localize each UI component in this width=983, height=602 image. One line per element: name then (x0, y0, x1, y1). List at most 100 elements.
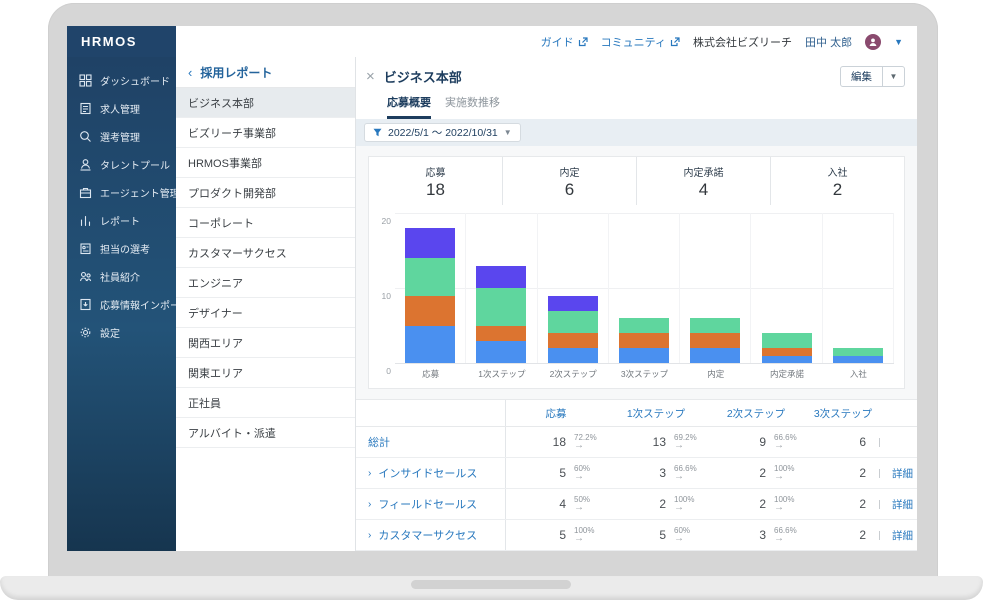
stat-label: 内定承諾 (637, 164, 770, 179)
row-label[interactable]: ›フィールドセールス (356, 489, 506, 519)
user-name: 田中 太郎 (805, 34, 852, 50)
report-list-item[interactable]: 関東エリア (176, 358, 355, 388)
report-panel-title: 採用レポート (200, 64, 272, 81)
main-content: × ビジネス本部 編集 ▼ 応募概要 実施数推移 2022/5/1 ～ 202 (356, 57, 917, 551)
table-row: ›インサイドセールス560%→366.6%→2100%→2詳細 (356, 458, 917, 489)
company-name: 株式会社ビズリーチ (693, 34, 792, 50)
sidebar-item-jobs[interactable]: 求人管理 (67, 94, 176, 122)
detail-link[interactable]: 詳細 (880, 466, 917, 481)
y-tick-label: 10 (382, 291, 391, 301)
row-label[interactable]: 総計 (356, 427, 506, 457)
bar-segment (619, 333, 669, 348)
report-list-item[interactable]: コーポレート (176, 208, 355, 238)
hrmos-logo: HRMOS (67, 26, 176, 57)
detail-link[interactable]: 詳細 (880, 528, 917, 543)
external-link-icon (578, 37, 588, 47)
sidebar-item-label: レポート (100, 213, 140, 228)
bar-segment (405, 258, 455, 296)
sidebar-item-screening[interactable]: 選考管理 (67, 122, 176, 150)
tab-application-summary[interactable]: 応募概要 (387, 94, 431, 119)
row-label[interactable]: ›インサイドセールス (356, 458, 506, 488)
row-value: 5 (506, 466, 566, 480)
sidebar-item-label: 求人管理 (100, 101, 140, 116)
report-list-item[interactable]: アルバイト・派遣 (176, 418, 355, 448)
table-row: ›カスタマーサクセス5100%→560%→366.6%→2詳細 (356, 520, 917, 551)
import-icon (79, 298, 92, 311)
topbar: HRMOS ガイド コミュニティ 株式会社ビズリーチ 田中 太郎 ▼ (67, 26, 917, 57)
report-list-item[interactable]: ビジネス本部 (176, 88, 355, 118)
tabs: 応募概要 実施数推移 (387, 94, 905, 119)
bar-segment (476, 288, 526, 326)
row-label-text: 総計 (368, 434, 390, 450)
x-tick-label: 応募 (395, 368, 466, 380)
edit-button[interactable]: 編集 (840, 66, 883, 87)
report-panel-header[interactable]: ‹ 採用レポート (176, 57, 355, 88)
row-label-text: インサイドセールス (378, 465, 477, 481)
report-list-item[interactable]: 正社員 (176, 388, 355, 418)
sidebar-item-talent-pool[interactable]: タレントプール (67, 150, 176, 178)
report-list-item[interactable]: エンジニア (176, 268, 355, 298)
row-label[interactable]: ›カスタマーサクセス (356, 520, 506, 550)
sidebar-item-label: 担当の選考 (100, 241, 150, 256)
sidebar-item-assigned[interactable]: 担当の選考 (67, 234, 176, 262)
date-range-filter[interactable]: 2022/5/1 ～ 2022/10/31 ▼ (364, 123, 521, 142)
row-value: 13 (606, 435, 666, 449)
close-icon[interactable]: × (366, 69, 375, 84)
bar-segment (690, 333, 740, 348)
edit-dropdown-caret[interactable]: ▼ (883, 66, 905, 87)
stacked-bar (548, 296, 598, 364)
user-avatar[interactable] (865, 34, 881, 50)
sidebar-item-referral[interactable]: 社員紹介 (67, 262, 176, 290)
table-row: 総計1872.2%→1369.2%→966.6%→6 (356, 427, 917, 458)
stacked-bar (762, 333, 812, 363)
topbar-right: ガイド コミュニティ 株式会社ビズリーチ 田中 太郎 ▼ (176, 26, 917, 57)
tab-execution-trend[interactable]: 実施数推移 (445, 94, 500, 119)
guide-link[interactable]: ガイド (541, 34, 588, 50)
conversion-rate: 100%→ (666, 496, 706, 513)
report-list-item[interactable]: デザイナー (176, 298, 355, 328)
sidebar-item-settings[interactable]: 設定 (67, 318, 176, 346)
stat-cell: 内定6 (502, 157, 636, 205)
chart-column (609, 213, 680, 363)
report-list-item[interactable]: プロダクト開発部 (176, 178, 355, 208)
conversion-rate: 66.6%→ (666, 465, 706, 482)
table-column-header: 2次ステップ (706, 406, 806, 421)
sidebar-item-label: エージェント管理 (100, 185, 180, 200)
bar-segment (619, 318, 669, 333)
report-list-item[interactable]: 関西エリア (176, 328, 355, 358)
row-trailing-mark (866, 469, 880, 478)
stat-value: 6 (503, 180, 636, 200)
chart-plot-wrap: 01020 (369, 205, 904, 363)
funnel-table: 応募1次ステップ2次ステップ3次ステップ 総計1872.2%→1369.2%→9… (356, 399, 917, 551)
conversion-rate: 50%→ (566, 496, 606, 513)
x-tick-label: 2次ステップ (538, 368, 609, 380)
table-column-header: 応募 (506, 406, 606, 421)
bar-segment (476, 266, 526, 289)
user-menu-caret[interactable]: ▼ (894, 37, 903, 47)
sidebar-item-dashboard[interactable]: ダッシュボード (67, 66, 176, 94)
sidebar-item-label: 設定 (100, 325, 120, 340)
sidebar-item-report[interactable]: レポート (67, 206, 176, 234)
community-link[interactable]: コミュニティ (601, 34, 680, 50)
conversion-rate: 66.6%→ (766, 527, 806, 544)
talent-pool-icon (79, 158, 92, 171)
sidebar-item-agent[interactable]: エージェント管理 (67, 178, 176, 206)
chart-column (538, 213, 609, 363)
row-value: 2 (706, 466, 766, 480)
bar-segment (762, 348, 812, 356)
stats-row: 応募18内定6内定承諾4入社2 (369, 157, 904, 205)
report-list-item[interactable]: カスタマーサクセス (176, 238, 355, 268)
report-icon (79, 214, 92, 227)
conversion-rate: 69.2%→ (666, 434, 706, 451)
gridline (395, 363, 894, 364)
sidebar-item-import[interactable]: 応募情報インポート (67, 290, 176, 318)
bar-segment (833, 356, 883, 364)
conversion-rate: 100%→ (766, 465, 806, 482)
chart-y-axis: 01020 (373, 213, 395, 363)
bar-segment (405, 296, 455, 326)
detail-link[interactable]: 詳細 (880, 497, 917, 512)
stat-cell: 内定承諾4 (636, 157, 770, 205)
jobs-icon (79, 102, 92, 115)
report-list-item[interactable]: ビズリーチ事業部 (176, 118, 355, 148)
report-list-item[interactable]: HRMOS事業部 (176, 148, 355, 178)
